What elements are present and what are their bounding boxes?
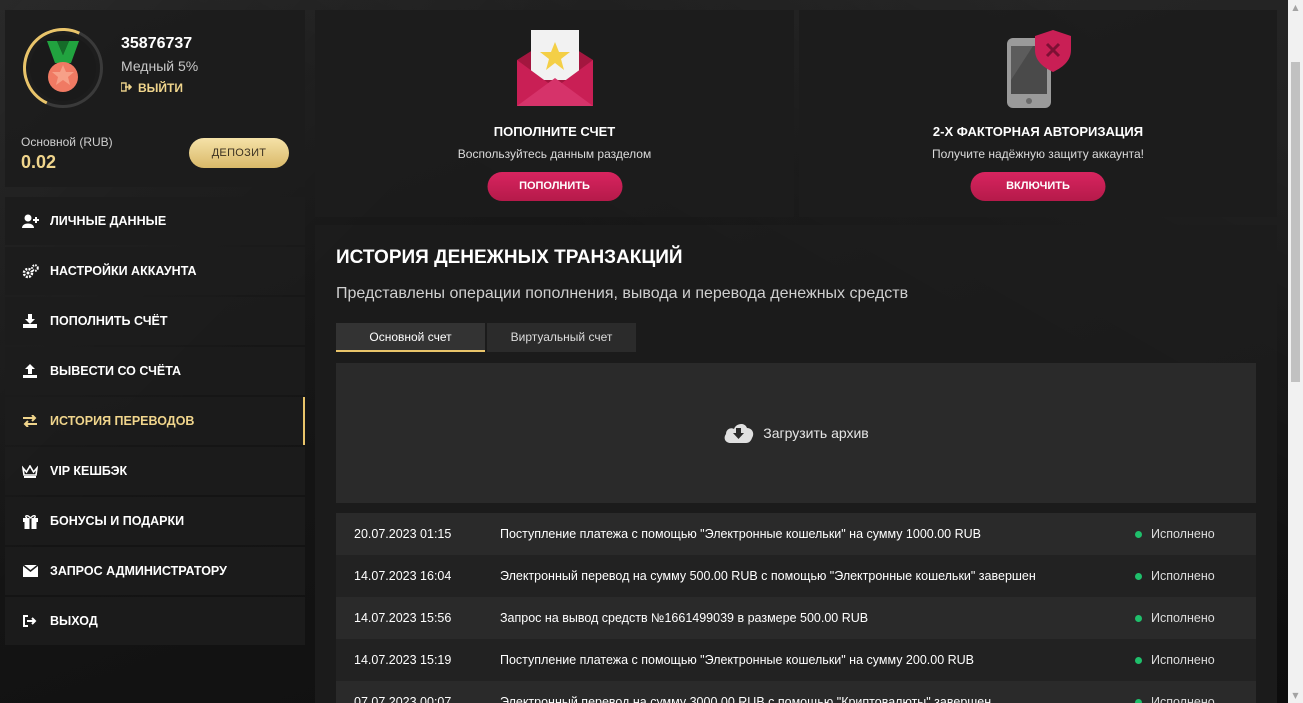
promo-deposit-card: ПОПОЛНИТЕ СЧЕТ Воспользуйтесь данным раз… [315,10,794,217]
promo-deposit-title: ПОПОЛНИТЕ СЧЕТ [493,124,616,139]
page-scrollbar[interactable]: ▲ ▼ [1288,0,1303,703]
balance-value: 0.02 [21,152,57,172]
sidebar-item-label: ПОПОЛНИТЬ СЧЁТ [50,314,168,328]
sidebar-item-exit[interactable]: ВЫХОД [5,597,305,645]
status-dot-icon [1135,614,1142,622]
medal-avatar-icon [30,35,96,101]
status-dot-icon [1135,530,1142,538]
sidebar-item-admin-request[interactable]: ЗАПРОС АДМИНИСТРАТОРУ [5,547,305,595]
promo-2fa-card: 2-Х ФАКТОРНАЯ АВТОРИЗАЦИЯ Получите надёж… [799,10,1277,217]
sidebar-item-deposit[interactable]: ПОПОЛНИТЬ СЧЁТ [5,297,305,345]
crown-icon [21,462,39,480]
row-date: 07.07.2023 00:07 [354,695,452,703]
top-up-button[interactable]: ПОПОЛНИТЬ [487,172,622,201]
row-date: 14.07.2023 15:56 [354,611,452,625]
table-row: 07.07.2023 00:07 Электронный перевод на … [336,681,1256,703]
sidebar-item-label: ВЫХОД [50,614,98,628]
sidebar-item-account-settings[interactable]: НАСТРОЙКИ АККАУНТА [5,247,305,295]
page-title: ИСТОРИЯ ДЕНЕЖНЫХ ТРАНЗАКЦИЙ [336,247,683,268]
status-dot-icon [1135,698,1142,703]
row-date: 14.07.2023 15:19 [354,653,452,667]
row-date: 20.07.2023 01:15 [354,527,452,541]
sign-out-icon [21,612,39,630]
deposit-button[interactable]: ДЕПОЗИТ [189,138,289,168]
scrollbar-thumb[interactable] [1291,62,1300,382]
sidebar-item-label: VIP КЕШБЭК [50,464,128,478]
page-subtitle: Представлены операции пополнения, вывода… [336,285,909,302]
exchange-icon [21,412,39,430]
table-row: 14.07.2023 16:04 Электронный перевод на … [336,555,1256,597]
envelope-icon [21,562,39,580]
logout-link[interactable]: ВЫЙТИ [120,81,183,95]
sidebar-item-vip-cashback[interactable]: VIP КЕШБЭК [5,447,305,495]
user-level: Медный 5% [121,58,199,74]
page: 35876737 Медный 5% ВЫЙТИ Основной (RUB) … [0,0,1288,703]
tab-main-account[interactable]: Основной счет [336,323,485,352]
table-row: 20.07.2023 01:15 Поступление платежа с п… [336,513,1256,555]
promo-deposit-desc: Воспользуйтесь данным разделом [457,147,652,161]
status-badge: Исполнено [1135,569,1256,583]
cogs-icon [21,262,39,280]
transaction-history-panel: ИСТОРИЯ ДЕНЕЖНЫХ ТРАНЗАКЦИЙ Представлены… [315,225,1277,703]
status-dot-icon [1135,572,1142,580]
enable-2fa-button[interactable]: ВКЛЮЧИТЬ [970,172,1106,201]
promo-2fa-desc: Получите надёжную защиту аккаунта! [931,147,1144,161]
user-id: 35876737 [121,35,193,52]
user-plus-icon [21,212,39,230]
sidebar-item-bonuses[interactable]: БОНУСЫ И ПОДАРКИ [5,497,305,545]
gift-icon [21,512,39,530]
row-date: 14.07.2023 16:04 [354,569,452,583]
scroll-up-arrow-icon[interactable]: ▲ [1288,0,1303,15]
account-tabs: Основной счет Виртуальный счет [336,323,638,352]
status-dot-icon [1135,656,1142,664]
transaction-list: 20.07.2023 01:15 Поступление платежа с п… [336,513,1256,703]
sidebar-item-label: ЗАПРОС АДМИНИСТРАТОРУ [50,564,227,578]
logout-label: ВЫЙТИ [138,81,183,95]
row-status: Исполнено [1151,527,1215,541]
sidebar-item-label: БОНУСЫ И ПОДАРКИ [50,514,185,528]
row-description: Поступление платежа с помощью "Электронн… [500,653,975,667]
sidebar-item-withdraw[interactable]: ВЫВЕСТИ СО СЧЁТА [5,347,305,395]
phone-shield-icon [1003,30,1073,113]
cloud-download-icon [723,421,754,446]
table-row: 14.07.2023 15:19 Поступление платежа с п… [336,639,1256,681]
download-icon [21,312,39,330]
row-status: Исполнено [1151,653,1215,667]
sidebar-item-personal-data[interactable]: ЛИЧНЫЕ ДАННЫЕ [5,197,305,245]
sidebar-item-label: ЛИЧНЫЕ ДАННЫЕ [50,214,167,228]
sidebar-item-transfer-history[interactable]: ИСТОРИЯ ПЕРЕВОДОВ [5,397,305,445]
row-status: Исполнено [1151,611,1215,625]
table-row: 14.07.2023 15:56 Запрос на вывод средств… [336,597,1256,639]
sidebar-item-label: ИСТОРИЯ ПЕРЕВОДОВ [50,414,195,428]
row-status: Исполнено [1151,569,1215,583]
status-badge: Исполнено [1135,695,1256,703]
upload-icon [21,362,39,380]
status-badge: Исполнено [1135,527,1256,541]
row-description: Электронный перевод на сумму 3000.00 RUB… [500,695,992,703]
download-archive-label: Загрузить архив [763,425,869,441]
row-description: Поступление платежа с помощью "Электронн… [500,527,981,541]
sign-out-icon [120,81,133,95]
row-description: Запрос на вывод средств №1661499039 в ра… [500,611,869,625]
sidebar-menu: ЛИЧНЫЕ ДАННЫЕ НАСТРОЙКИ АККАУНТА ПОПОЛНИ… [5,197,305,647]
sidebar-item-label: ВЫВЕСТИ СО СЧЁТА [50,364,182,378]
envelope-star-icon [516,30,593,111]
tab-virtual-account[interactable]: Виртуальный счет [487,323,636,352]
balance-label: Основной (RUB) [21,135,113,149]
status-badge: Исполнено [1135,653,1256,667]
promo-2fa-title: 2-Х ФАКТОРНАЯ АВТОРИЗАЦИЯ [932,124,1144,139]
status-badge: Исполнено [1135,611,1256,625]
scroll-down-arrow-icon[interactable]: ▼ [1288,688,1303,703]
row-status: Исполнено [1151,695,1215,703]
sidebar-item-label: НАСТРОЙКИ АККАУНТА [50,264,197,278]
profile-card: 35876737 Медный 5% ВЫЙТИ Основной (RUB) … [5,10,305,187]
download-archive-button[interactable]: Загрузить архив [336,363,1256,503]
row-description: Электронный перевод на сумму 500.00 RUB … [500,569,1036,583]
